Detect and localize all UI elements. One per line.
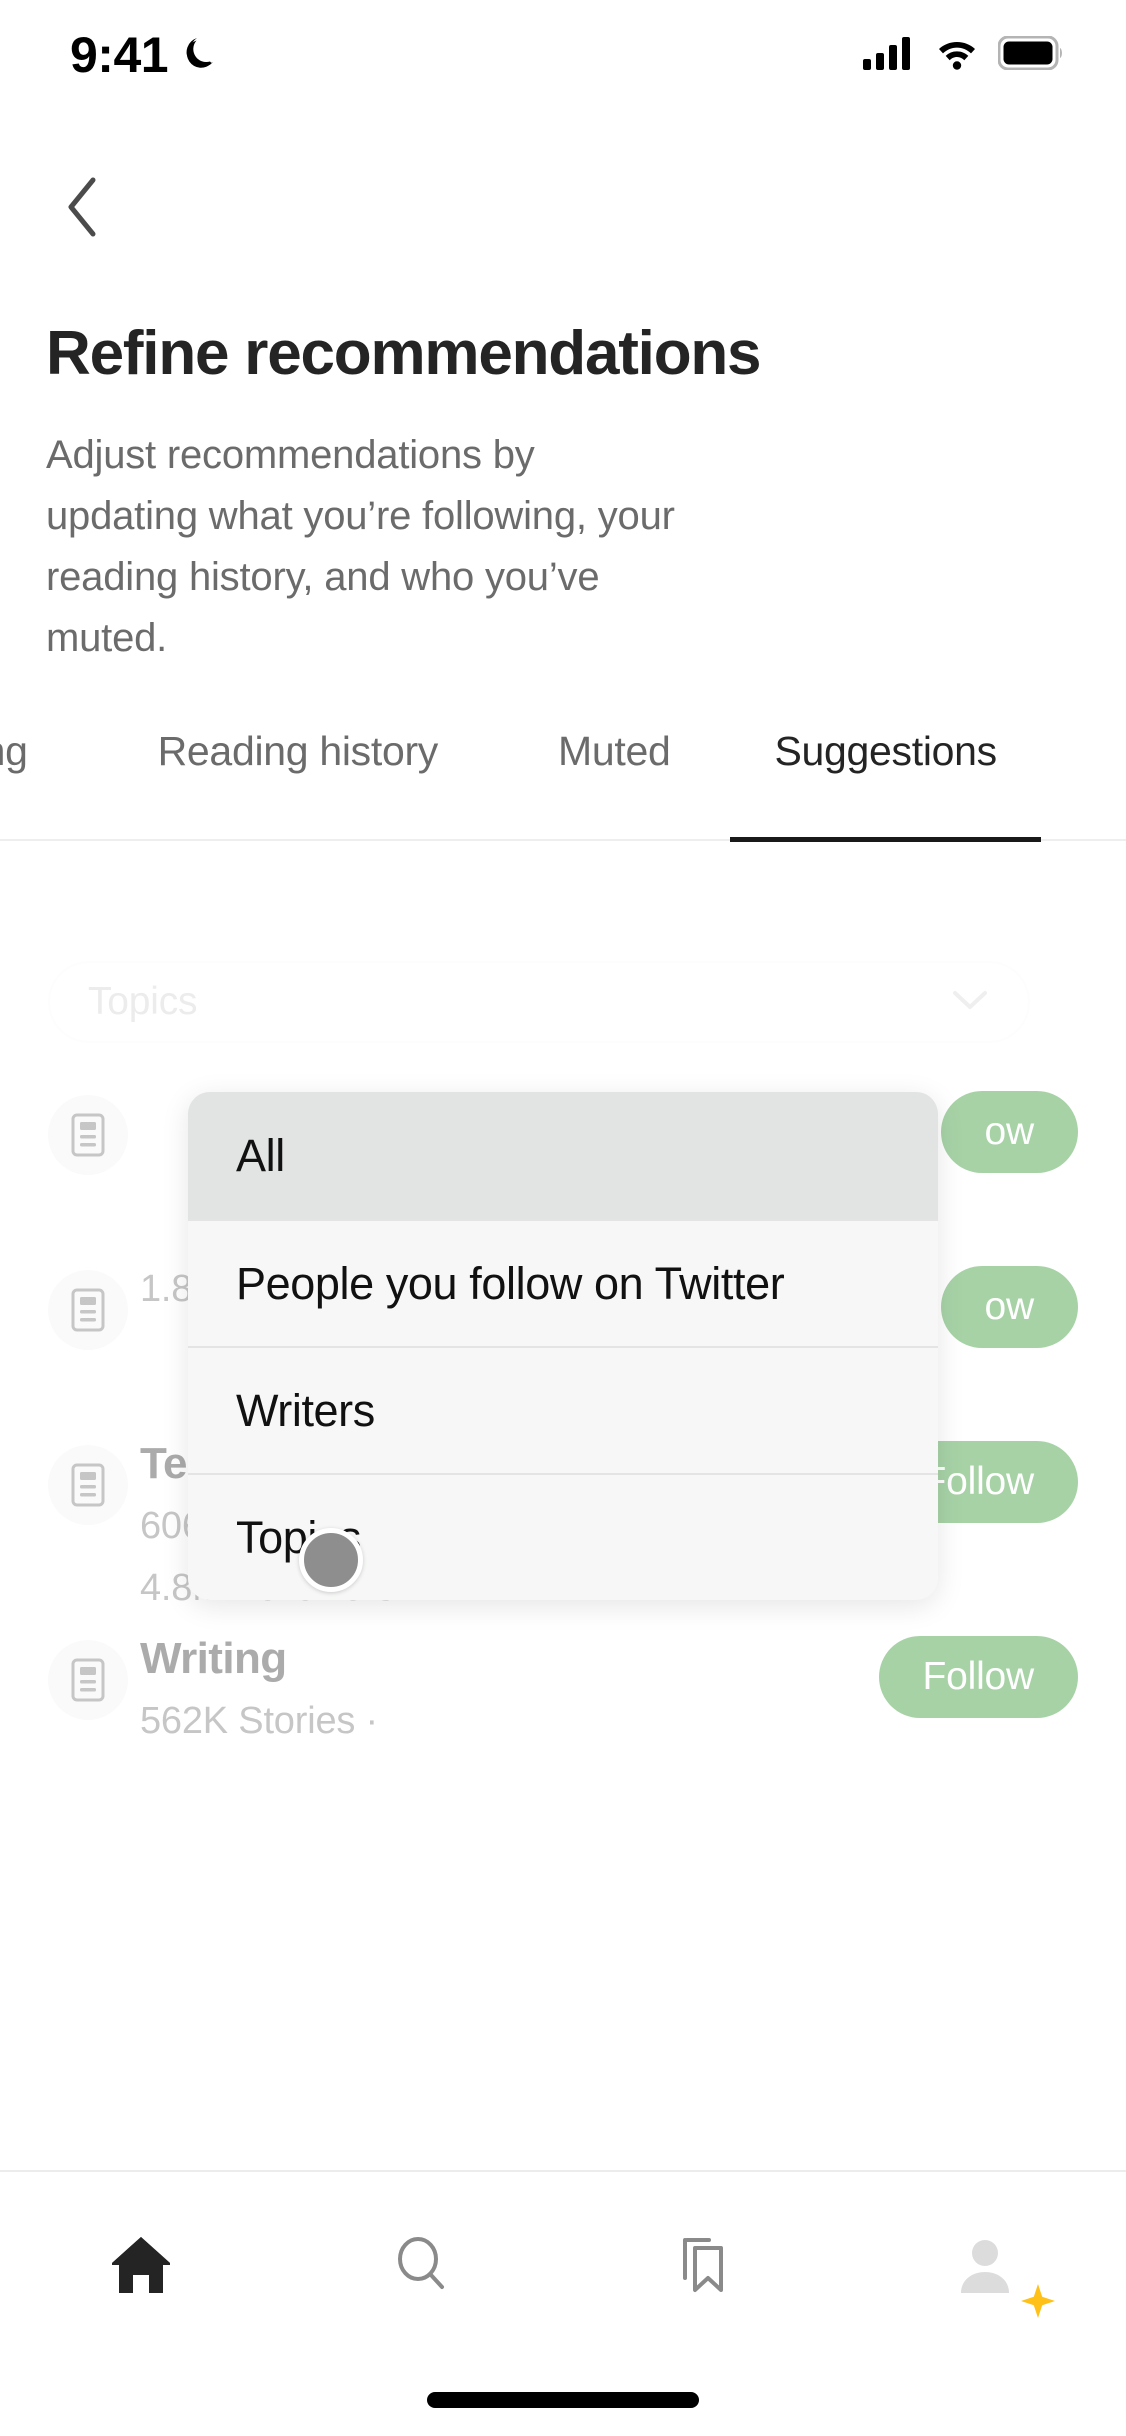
tab-reading-history[interactable]: Reading history xyxy=(98,728,498,841)
search-icon xyxy=(389,2233,455,2302)
tab-bar: owing Reading history Muted Suggestions xyxy=(0,700,1126,842)
status-bar: 9:41 xyxy=(0,0,1126,110)
list-item-text: Writing 562K Stories · xyxy=(140,1628,740,1752)
topic-meta-1: 562K Stories · xyxy=(140,1700,378,1742)
nav-profile[interactable] xyxy=(845,2172,1126,2362)
page-title: Refine recommendations xyxy=(46,319,762,388)
nav-home[interactable] xyxy=(0,2172,282,2362)
topic-document-icon xyxy=(48,1095,128,1175)
dropdown-option-topics[interactable]: Topics xyxy=(188,1473,938,1600)
topic-name: Writing xyxy=(140,1634,287,1683)
follow-button[interactable]: Follow xyxy=(878,1636,1078,1718)
status-bar-left: 9:41 xyxy=(70,26,222,84)
profile-avatar-icon xyxy=(951,2231,1019,2304)
topic-document-icon xyxy=(48,1270,128,1350)
cellular-signal-icon xyxy=(862,35,916,76)
nav-bookmarks[interactable] xyxy=(563,2172,845,2362)
topics-filter-dropdown[interactable]: All People you follow on Twitter Writers… xyxy=(188,1092,938,1600)
home-indicator xyxy=(427,2392,699,2408)
tab-muted[interactable]: Muted xyxy=(498,728,730,841)
page-description: Adjust recommendations by updating what … xyxy=(46,433,675,660)
suggestions-panel: Topics ow 1.8M ow 606K 4.8M Follow Writi… xyxy=(0,843,1126,2170)
battery-full-icon xyxy=(997,35,1064,75)
phone-screen: 9:41 Refine recommendations Adjust recom… xyxy=(0,0,1126,2436)
dropdown-option-all[interactable]: All xyxy=(188,1092,938,1219)
status-bar-right xyxy=(862,35,1064,76)
chevron-left-icon xyxy=(63,174,107,245)
topic-document-icon xyxy=(48,1640,128,1720)
back-button[interactable] xyxy=(46,170,124,248)
tab-following[interactable]: owing xyxy=(0,728,98,841)
dropdown-option-writers[interactable]: Writers xyxy=(188,1346,938,1473)
bookmark-icon xyxy=(669,2232,739,2303)
status-time: 9:41 xyxy=(70,27,169,83)
list-item[interactable]: Writing 562K Stories · Follow xyxy=(0,1628,1126,1803)
crescent-moon-icon xyxy=(182,33,222,78)
bottom-nav-items xyxy=(0,2172,1126,2362)
touch-cursor xyxy=(299,1528,363,1592)
bottom-navigation-bar xyxy=(0,2170,1126,2436)
follow-button[interactable]: ow xyxy=(940,1266,1078,1348)
follow-button[interactable]: ow xyxy=(940,1091,1078,1173)
chevron-down-icon xyxy=(950,987,990,1018)
dropdown-option-people-you-follow-on-twitter[interactable]: People you follow on Twitter xyxy=(188,1219,938,1346)
wifi-icon xyxy=(934,36,980,75)
sparkle-icon xyxy=(1019,2282,1057,2325)
topics-filter-select[interactable]: Topics xyxy=(48,961,1030,1043)
tab-bar-scroller[interactable]: owing Reading history Muted Suggestions xyxy=(0,700,1126,842)
topic-document-icon xyxy=(48,1445,128,1525)
home-icon xyxy=(108,2233,174,2302)
nav-search[interactable] xyxy=(282,2172,564,2362)
tab-suggestions[interactable]: Suggestions xyxy=(730,728,1042,842)
topics-filter-value: Topics xyxy=(88,980,198,1023)
